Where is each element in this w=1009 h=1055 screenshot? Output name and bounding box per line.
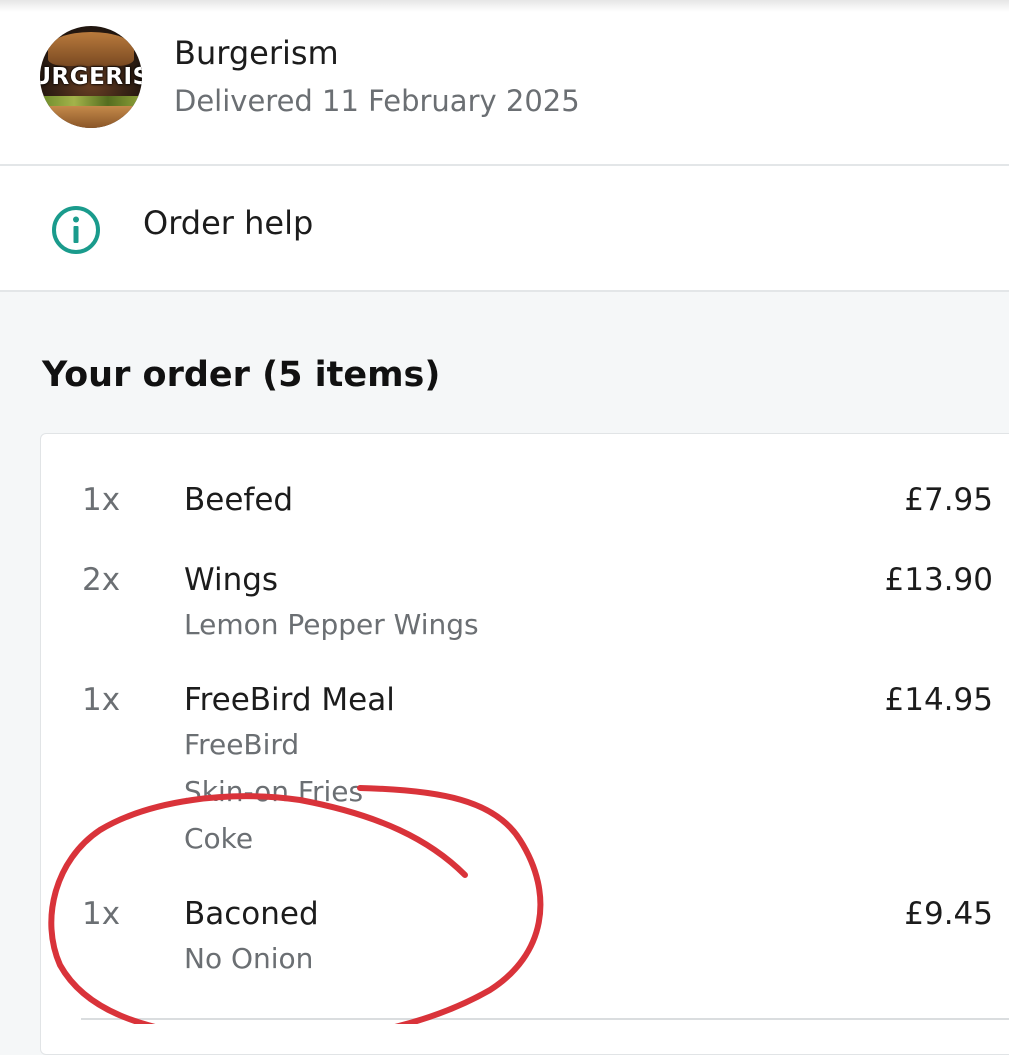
item-quantity: 1x (82, 682, 121, 718)
item-option: FreeBird (184, 728, 300, 761)
item-option: Lemon Pepper Wings (184, 608, 479, 641)
logo-bun-bottom (46, 106, 136, 128)
item-quantity: 2x (82, 562, 121, 598)
restaurant-logo: URGERIS (40, 26, 142, 128)
order-help-label: Order help (143, 204, 314, 242)
item-price: £9.45 (904, 896, 993, 932)
item-option: Skin-on Fries (184, 775, 364, 808)
logo-lettuce (40, 96, 142, 106)
order-help-row[interactable]: Order help (0, 166, 1009, 292)
item-quantity: 1x (82, 482, 121, 518)
delivery-status: Delivered 11 February 2025 (174, 84, 580, 118)
info-icon (52, 206, 100, 254)
item-name: Beefed (184, 482, 294, 518)
item-price: £14.95 (884, 682, 993, 718)
top-edge-shadow (0, 0, 1009, 12)
logo-bun-top (48, 32, 134, 66)
item-quantity: 1x (82, 896, 121, 932)
item-price: £7.95 (904, 482, 993, 518)
order-title: Your order (5 items) (42, 355, 441, 395)
restaurant-header: URGERIS Burgerism Delivered 11 February … (0, 12, 1009, 166)
item-name: FreeBird Meal (184, 682, 395, 718)
item-option: No Onion (184, 942, 314, 975)
item-name: Wings (184, 562, 279, 598)
item-name: Baconed (184, 896, 319, 932)
item-price: £13.90 (884, 562, 993, 598)
logo-text: URGERIS (40, 64, 142, 90)
restaurant-name: Burgerism (174, 34, 339, 72)
card-divider (81, 1018, 1009, 1020)
item-option: Coke (184, 822, 254, 855)
order-items-card: 1x Beefed £7.95 2x Wings £13.90 Lemon Pe… (40, 433, 1009, 1055)
